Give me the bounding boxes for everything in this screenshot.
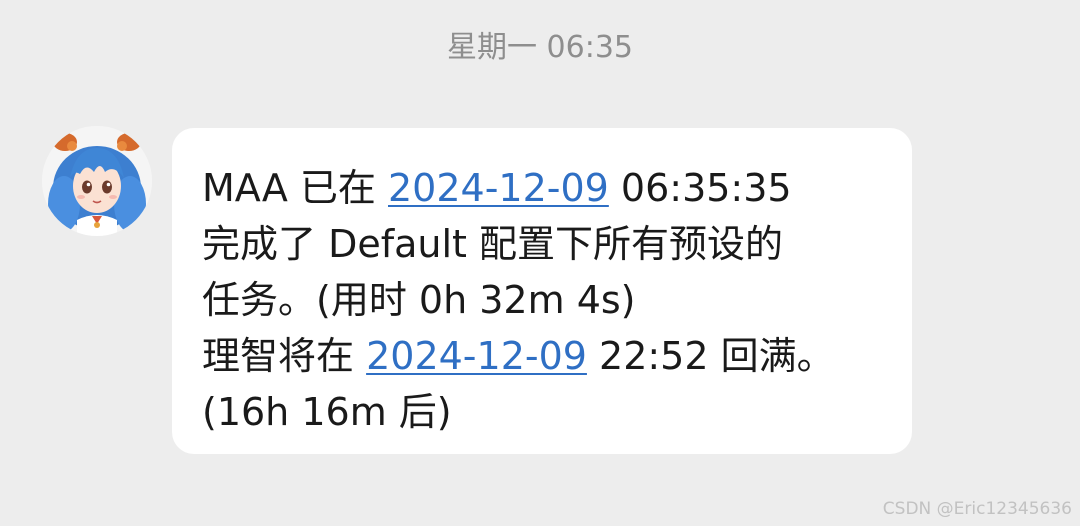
- message-text: MAA 已在 2024-12-09 06:35:35 完成了 Default 配…: [202, 160, 896, 440]
- message-line-2: 完成了 Default 配置下所有预设的: [202, 222, 784, 266]
- watermark: CSDN @Eric12345636: [882, 499, 1072, 519]
- message-line-4: 理智将在 2024-12-09 22:52 回满。: [202, 328, 896, 384]
- sanity-date-link[interactable]: 2024-12-09: [366, 334, 587, 378]
- message-bubble[interactable]: MAA 已在 2024-12-09 06:35:35 完成了 Default 配…: [172, 128, 912, 454]
- message-line-5: (16h 16m 后): [202, 390, 452, 434]
- sanity-prefix: 理智将在: [202, 334, 367, 378]
- sanity-time: 22:52 回满。: [586, 334, 835, 378]
- message-line-1: MAA 已在 2024-12-09 06:35:35: [202, 160, 896, 216]
- message-timestamp: 星期一 06:35: [447, 30, 633, 65]
- completion-time: 06:35:35: [608, 166, 792, 210]
- completion-date-link[interactable]: 2024-12-09: [388, 166, 609, 210]
- message-line-3: 任务。(用时 0h 32m 4s): [202, 278, 636, 322]
- completion-prefix: MAA 已在: [202, 166, 388, 210]
- sender-avatar[interactable]: [42, 126, 152, 236]
- anime-girl-avatar-icon: [42, 126, 152, 236]
